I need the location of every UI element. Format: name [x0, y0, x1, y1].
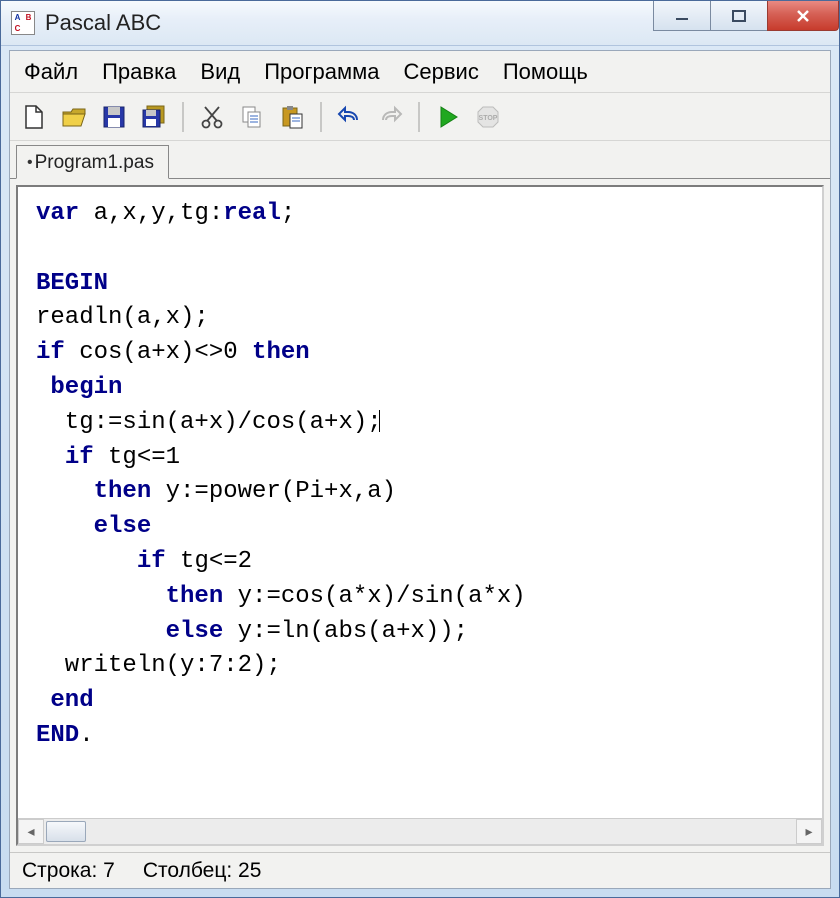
menu-edit[interactable]: Правка — [102, 59, 176, 85]
scroll-thumb[interactable] — [46, 821, 86, 842]
scissors-icon — [199, 104, 225, 130]
run-button[interactable] — [430, 99, 466, 135]
play-icon — [435, 104, 461, 130]
maximize-button[interactable] — [710, 1, 768, 31]
floppy-multi-icon — [141, 104, 167, 130]
scroll-left-icon[interactable]: ◂ — [18, 819, 44, 844]
window-controls — [654, 1, 839, 45]
app-window: AB C Pascal ABC Файл Правка Вид Программ… — [0, 0, 840, 898]
cut-button[interactable] — [194, 99, 230, 135]
scroll-track[interactable] — [44, 819, 796, 844]
statusbar: Строка: 7 Столбец: 25 — [10, 852, 830, 888]
app-icon: AB C — [11, 11, 35, 35]
new-file-button[interactable] — [16, 99, 52, 135]
toolbar-separator — [320, 102, 322, 132]
menubar: Файл Правка Вид Программа Сервис Помощь — [10, 51, 830, 93]
titlebar: AB C Pascal ABC — [1, 1, 839, 46]
status-line: Строка: 7 — [22, 859, 115, 883]
menu-help[interactable]: Помощь — [503, 59, 588, 85]
paste-button[interactable] — [274, 99, 310, 135]
open-file-button[interactable] — [56, 99, 92, 135]
tab-strip: • Program1.pas — [10, 141, 830, 179]
copy-button[interactable] — [234, 99, 270, 135]
icon-b: B — [23, 12, 34, 23]
tab-label: Program1.pas — [35, 152, 154, 174]
stop-button[interactable]: STOP — [470, 99, 506, 135]
redo-icon — [377, 104, 403, 130]
menu-view[interactable]: Вид — [200, 59, 240, 85]
window-title: Pascal ABC — [45, 10, 161, 36]
save-button[interactable] — [96, 99, 132, 135]
open-folder-icon — [61, 104, 87, 130]
status-line-label: Строка: — [22, 859, 97, 882]
icon-c: C — [12, 23, 23, 34]
status-col-value: 25 — [238, 859, 261, 882]
undo-icon — [337, 104, 363, 130]
floppy-icon — [101, 104, 127, 130]
tab-program1[interactable]: • Program1.pas — [16, 145, 169, 179]
dirty-marker: • — [27, 154, 33, 172]
undo-button[interactable] — [332, 99, 368, 135]
editor-frame: var a,x,y,tg:real; BEGIN readln(a,x); if… — [16, 185, 824, 846]
code-editor[interactable]: var a,x,y,tg:real; BEGIN readln(a,x); if… — [18, 187, 822, 818]
menu-program[interactable]: Программа — [264, 59, 379, 85]
minimize-button[interactable] — [653, 1, 711, 31]
icon-a: A — [12, 12, 23, 23]
client-area: Файл Правка Вид Программа Сервис Помощь — [9, 50, 831, 889]
scroll-right-icon[interactable]: ▸ — [796, 819, 822, 844]
toolbar: STOP — [10, 93, 830, 141]
close-button[interactable] — [767, 1, 839, 31]
svg-text:STOP: STOP — [479, 115, 498, 122]
redo-button[interactable] — [372, 99, 408, 135]
toolbar-separator — [182, 102, 184, 132]
stop-icon: STOP — [475, 104, 501, 130]
menu-service[interactable]: Сервис — [404, 59, 479, 85]
menu-file[interactable]: Файл — [24, 59, 78, 85]
horizontal-scrollbar[interactable]: ◂ ▸ — [18, 818, 822, 844]
paste-icon — [279, 104, 305, 130]
status-line-value: 7 — [103, 859, 115, 882]
status-col-label: Столбец: — [143, 859, 232, 882]
save-all-button[interactable] — [136, 99, 172, 135]
new-file-icon — [21, 104, 47, 130]
copy-icon — [239, 104, 265, 130]
toolbar-separator — [418, 102, 420, 132]
status-col: Столбец: 25 — [143, 859, 262, 883]
